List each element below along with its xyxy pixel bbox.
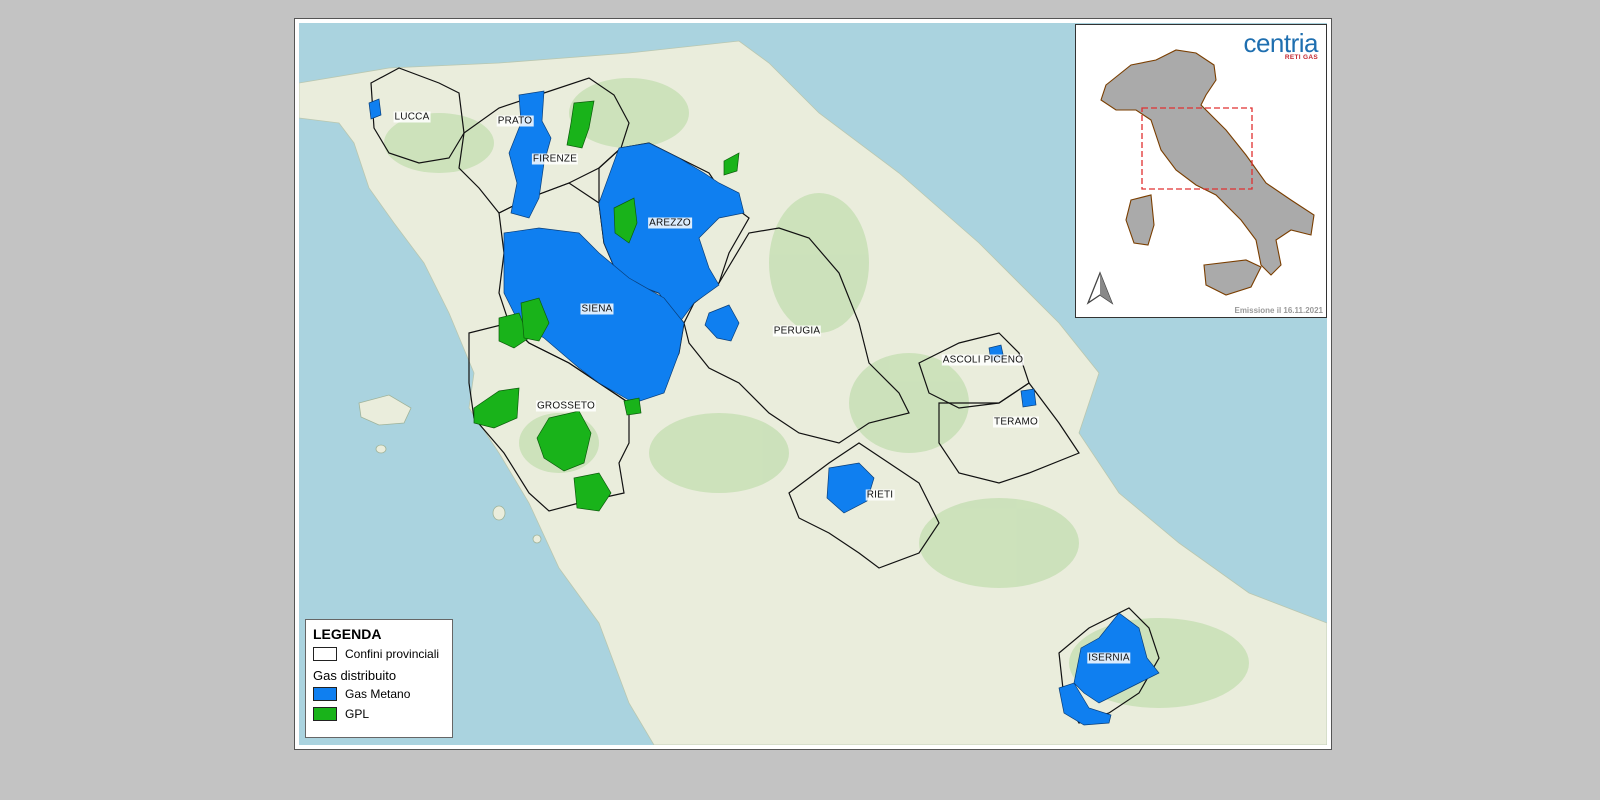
- legend-label-metano: Gas Metano: [345, 687, 411, 701]
- province-label-siena: SIENA: [580, 303, 614, 315]
- province-label-rieti: RIETI: [865, 489, 895, 501]
- inset-sicily: [1203, 259, 1262, 296]
- province-label-ascoli-piceno: ASCOLI PICENO: [941, 354, 1025, 366]
- map-legend: LEGENDA Confini provinciali Gas distribu…: [305, 619, 453, 738]
- province-label-prato: PRATO: [496, 115, 534, 127]
- logo-name: centria: [1243, 28, 1318, 58]
- legend-swatch-gpl: [313, 707, 337, 721]
- emission-date: Emissione il 16.11.2021: [1234, 306, 1323, 315]
- legend-subtitle: Gas distribuito: [313, 668, 397, 683]
- province-label-arezzo: AREZZO: [648, 217, 692, 229]
- province-label-perugia: PERUGIA: [772, 325, 822, 337]
- legend-label-boundaries: Confini provinciali: [345, 647, 440, 661]
- metano-area-teramo: [1020, 388, 1037, 408]
- overview-inset: centria RETI GAS Emissione il 16.11.2021: [1075, 24, 1327, 318]
- inset-sardinia: [1125, 194, 1155, 246]
- legend-label-gpl: GPL: [345, 707, 370, 721]
- legend-row-metano: Gas Metano: [313, 685, 445, 703]
- province-label-firenze: FIRENZE: [531, 153, 579, 165]
- legend-swatch-metano: [313, 687, 337, 701]
- map-frame: LUCCA PRATO FIRENZE AREZZO SIENA PERUGIA…: [294, 18, 1332, 750]
- province-label-teramo: TERAMO: [993, 416, 1039, 428]
- legend-row-gpl: GPL: [313, 705, 445, 723]
- legend-title: LEGENDA: [313, 626, 382, 642]
- province-label-lucca: LUCCA: [393, 111, 431, 123]
- province-label-grosseto: GROSSETO: [535, 400, 597, 412]
- centria-logo: centria RETI GAS: [1243, 29, 1318, 61]
- province-label-isernia: ISERNIA: [1087, 652, 1131, 664]
- inset-map-italy: [1086, 49, 1315, 305]
- legend-swatch-boundaries: [313, 647, 337, 661]
- metano-area-lucca: [368, 98, 382, 120]
- north-arrow-icon: [1086, 271, 1114, 305]
- gpl-area-grosseto-east: [623, 397, 642, 416]
- legend-row-boundaries: Confini provinciali: [313, 645, 445, 663]
